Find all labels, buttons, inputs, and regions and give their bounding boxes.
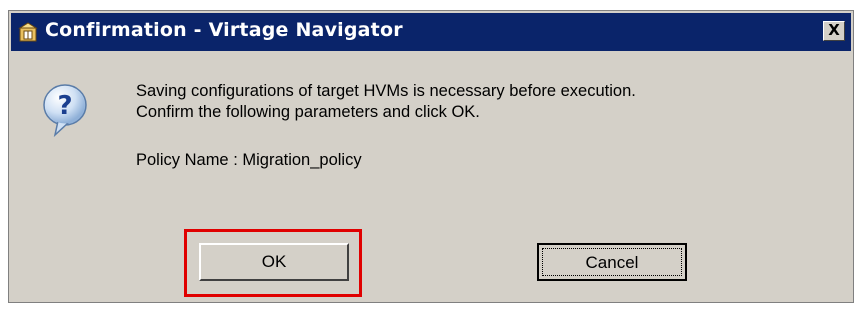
cancel-button[interactable]: Cancel — [537, 243, 687, 281]
message-line-2: Confirm the following parameters and cli… — [136, 103, 480, 121]
close-button[interactable]: X — [823, 21, 845, 41]
ok-button[interactable]: OK — [199, 243, 349, 281]
message-line-1: Saving configurations of target HVMs is … — [136, 82, 636, 100]
close-icon: X — [828, 21, 840, 39]
confirmation-dialog: Confirmation - Virtage Navigator X ? Sav… — [8, 10, 854, 303]
question-icon: ? — [41, 83, 89, 139]
title-bar[interactable]: Confirmation - Virtage Navigator X — [11, 13, 851, 51]
policy-name-label: Policy Name : Migration_policy — [136, 151, 362, 169]
window-title: Confirmation - Virtage Navigator — [45, 19, 403, 41]
svg-text:?: ? — [57, 91, 72, 121]
cancel-button-label: Cancel — [542, 248, 682, 276]
app-icon — [17, 21, 39, 43]
